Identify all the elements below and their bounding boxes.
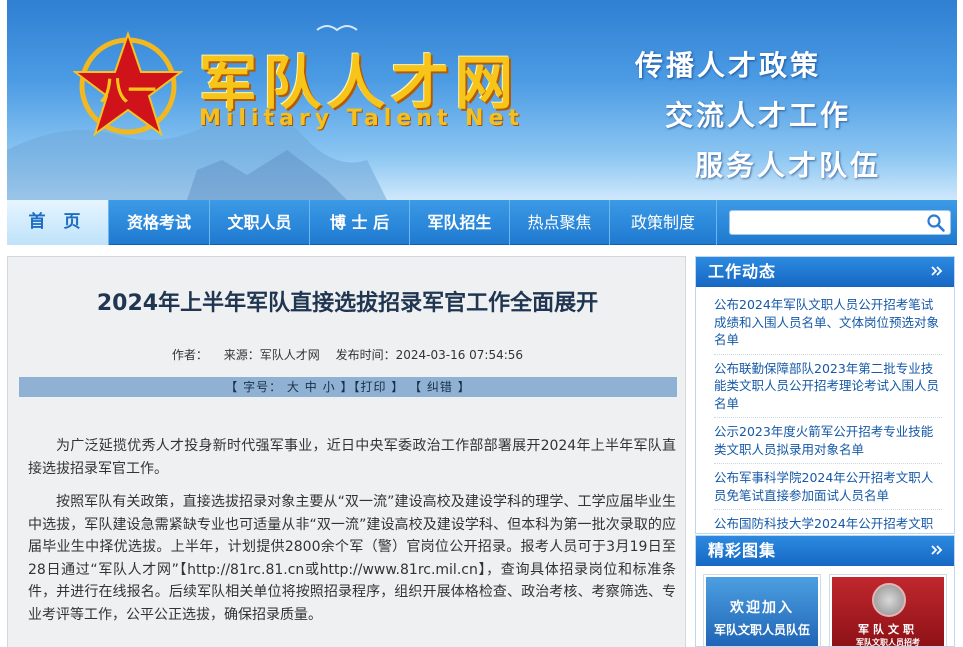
article-source: 来源：军队人才网 [223,348,320,362]
search-input[interactable] [736,214,916,232]
main-nav: 首 页 资格考试 文职人员 博 士 后 军队招生 热点聚焦 政策制度 [7,200,957,245]
gallery-image-recruit[interactable]: 欢迎加入 军队文职人员队伍 [703,574,821,646]
gallery-caption: 军队文职人员队伍 [713,623,810,637]
gallery-caption: 军队文职人员招考 [856,638,920,647]
print-link[interactable]: 】【打印 】 [340,380,404,394]
nav-home[interactable]: 首 页 [7,200,109,245]
gallery-picture: 欢迎加入 军队文职人员队伍 [706,577,818,646]
gallery-panel: 精彩图集 欢迎加入 军队文职人员队伍 军队文职 军队文职人员招考 [695,535,955,647]
gallery-picture: 军队文职 军队文职人员招考 [832,577,944,647]
author-label: 作者： [171,348,208,362]
article-paragraph: 为广泛延揽优秀人才投身新时代强军事业，近日中央军委政治工作部部署展开2024年上… [28,438,676,477]
article-paragraph: 按照军队有关政策，直接选拔招录对象主要从“双一流”建设高校及建设学科的理学、工学… [28,494,676,623]
article-toolbar: 【 字号： 大 中 小 】【打印 】 【 纠错 】 [19,377,677,397]
emblem-badge-icon [872,583,906,617]
gallery-image-civilian[interactable]: 军队文职 军队文职人员招考 [829,574,947,647]
news-item[interactable]: 公布2024年军队文职人员公开招考笔试成绩和入围人员名单、文体岗位预选对象名单 [714,291,942,355]
font-size-small[interactable]: 小 [323,380,336,394]
army-star-emblem: 八一 [73,30,183,136]
more-arrows-icon[interactable] [930,543,944,557]
article-panel: 2024年上半年军队直接选拔招录军官工作全面展开 作者： 来源：军队人才网 发布… [7,256,686,647]
publish-time: 发布时间：2024-03-16 07:54:56 [335,348,524,362]
work-news-title: 工作动态 [708,262,777,281]
svg-text:八一: 八一 [100,74,156,107]
more-arrows-icon[interactable] [930,264,944,278]
nav-civilian-staff[interactable]: 文职人员 [210,200,310,245]
work-news-header: 工作动态 [696,257,954,287]
font-size-label: 【 字号： [225,380,283,394]
slogan-1: 传播人才政策 [635,49,822,82]
nav-policy[interactable]: 政策制度 [610,200,717,245]
site-subtitle: Military Talent Net [199,106,524,131]
search-box [729,210,951,235]
search-icon[interactable] [926,213,946,233]
gallery-title: 精彩图集 [708,541,777,560]
gallery-header: 精彩图集 [696,536,954,566]
nav-military-admission[interactable]: 军队招生 [410,200,510,245]
slogan-2: 交流人才工作 [665,99,852,132]
font-size-medium[interactable]: 中 [305,380,318,394]
news-item[interactable]: 公示2023年度火箭军公开招考专业技能类文职人员拟录用对象名单 [714,418,942,464]
article-title: 2024年上半年军队直接选拔招录军官工作全面展开 [96,291,599,316]
news-item[interactable]: 公布联勤保障部队2023年第二批专业技能类文职人员公开招考理论考试入围人员名单 [714,355,942,418]
news-list: 公布2024年军队文职人员公开招考笔试成绩和入围人员名单、文体岗位预选对象名单 … [696,287,954,533]
nav-postdoc[interactable]: 博 士 后 [310,200,410,245]
gallery-caption: 军队文职 [858,623,918,636]
article-meta: 作者： 来源：军队人才网 发布时间：2024-03-16 07:54:56 [8,346,687,363]
work-news-panel: 工作动态 公布2024年军队文职人员公开招考笔试成绩和入围人员名单、文体岗位预选… [695,256,955,534]
nav-hot-topics[interactable]: 热点聚焦 [510,200,610,245]
news-item[interactable]: 公布国防科技大学2024年公开招考文职人员 [714,510,942,533]
gallery-caption: 欢迎加入 [730,600,794,616]
slogan-3: 服务人才队伍 [695,149,882,182]
font-size-large[interactable]: 大 [287,380,300,394]
correct-link[interactable]: 【 纠错 】 [409,380,471,394]
article-body: 为广泛延揽优秀人才投身新时代强军事业，近日中央军委政治工作部部署展开2024年上… [28,435,676,637]
news-item[interactable]: 公布军事科学院2024年公开招考文职人员免笔试直接参加面试人员名单 [714,464,942,510]
header-banner: 八一 军队人才网 Military Talent Net 传播人才政策 交流人才… [7,0,957,200]
nav-qualification-exam[interactable]: 资格考试 [109,200,210,245]
